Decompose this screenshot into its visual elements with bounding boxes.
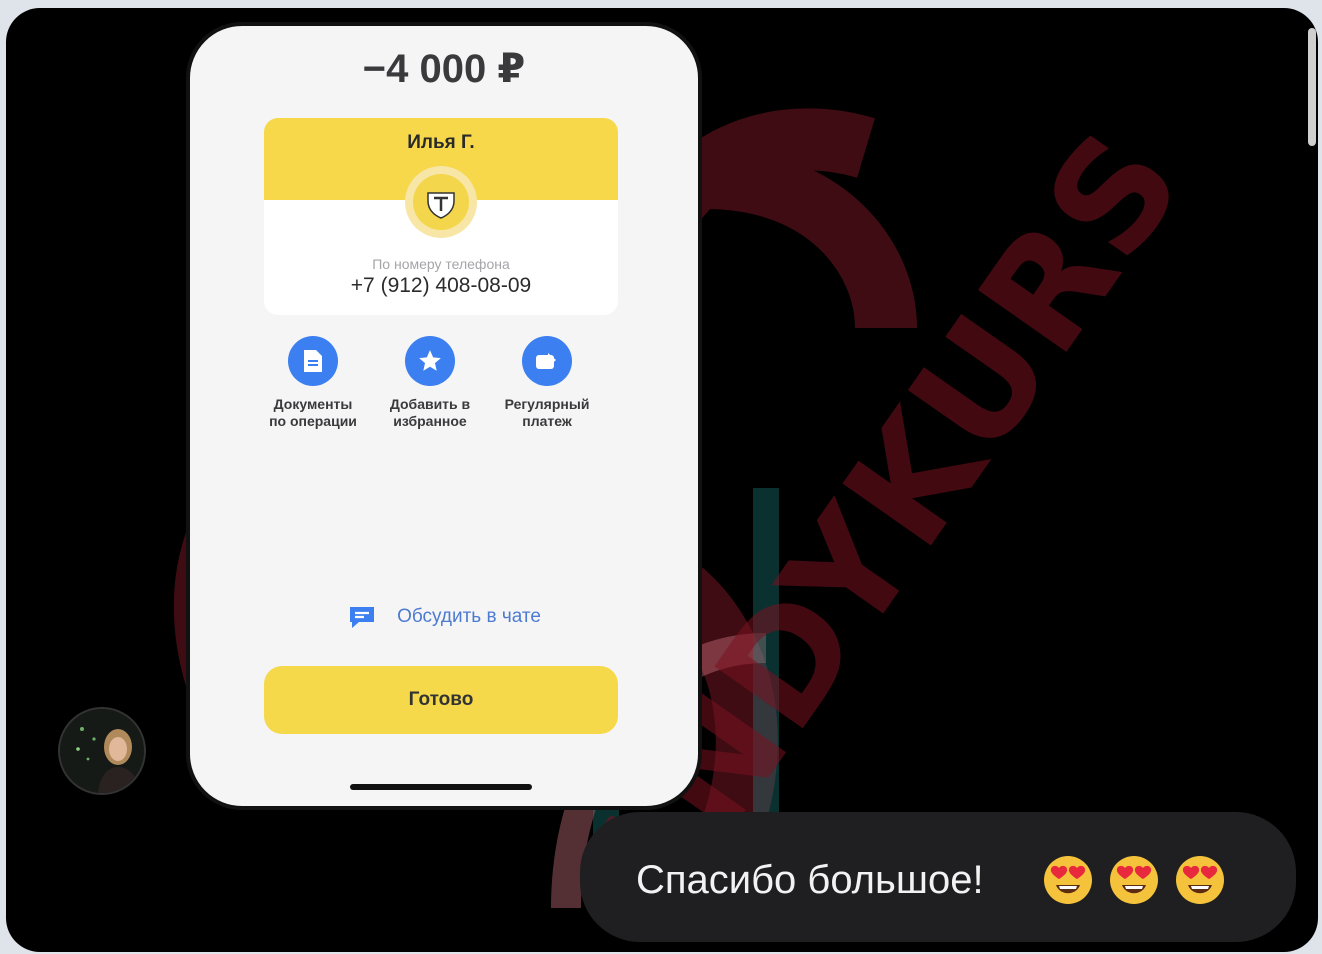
message-emojis: [1042, 854, 1226, 906]
regular-payment-action-label: Регулярный платеж: [504, 396, 590, 429]
chat-panel: ANDYKURS −4 000 ₽ Илья Г. По номеру теле…: [6, 8, 1318, 952]
operation-actions: Документы по операции Добавить в избранн…: [248, 336, 648, 446]
recipient-card: Илья Г. По номеру телефона +7 (912) 408-…: [264, 118, 618, 315]
bank-logo-icon: [405, 166, 477, 238]
heart-eyes-emoji-icon: [1176, 856, 1224, 904]
message-bubble[interactable]: Спасибо большое!: [580, 812, 1296, 942]
home-indicator: [350, 784, 532, 790]
discuss-in-chat-label: Обсудить в чате: [397, 606, 541, 627]
heart-eyes-emoji-icon: [1110, 856, 1158, 904]
document-icon: [288, 336, 338, 386]
avatar[interactable]: [58, 707, 146, 795]
payment-amount: −4 000 ₽: [362, 47, 526, 91]
documents-action[interactable]: Документы по операции: [248, 336, 378, 430]
discuss-in-chat-link[interactable]: Обсудить в чате: [190, 602, 698, 632]
done-button[interactable]: Готово: [264, 666, 618, 734]
recipient-phone: +7 (912) 408-08-09: [350, 274, 532, 297]
repeat-payment-icon: [522, 336, 572, 386]
add-favorite-action[interactable]: Добавить в избранное: [365, 336, 495, 430]
recipient-name: Илья Г.: [407, 132, 475, 153]
add-favorite-action-label: Добавить в избранное: [389, 396, 471, 429]
star-icon: [405, 336, 455, 386]
payment-screenshot[interactable]: −4 000 ₽ Илья Г. По номеру телефона +7 (…: [186, 22, 702, 810]
chat-bubble-icon: [350, 607, 375, 628]
regular-payment-action[interactable]: Регулярный платеж: [482, 336, 612, 430]
heart-eyes-emoji-icon: [1044, 856, 1092, 904]
documents-action-label: Документы по операции: [269, 396, 357, 429]
recipient-method-label: По номеру телефона: [372, 256, 510, 272]
scrollbar[interactable]: [1308, 28, 1316, 146]
message-text: Спасибо большое!: [636, 858, 984, 902]
